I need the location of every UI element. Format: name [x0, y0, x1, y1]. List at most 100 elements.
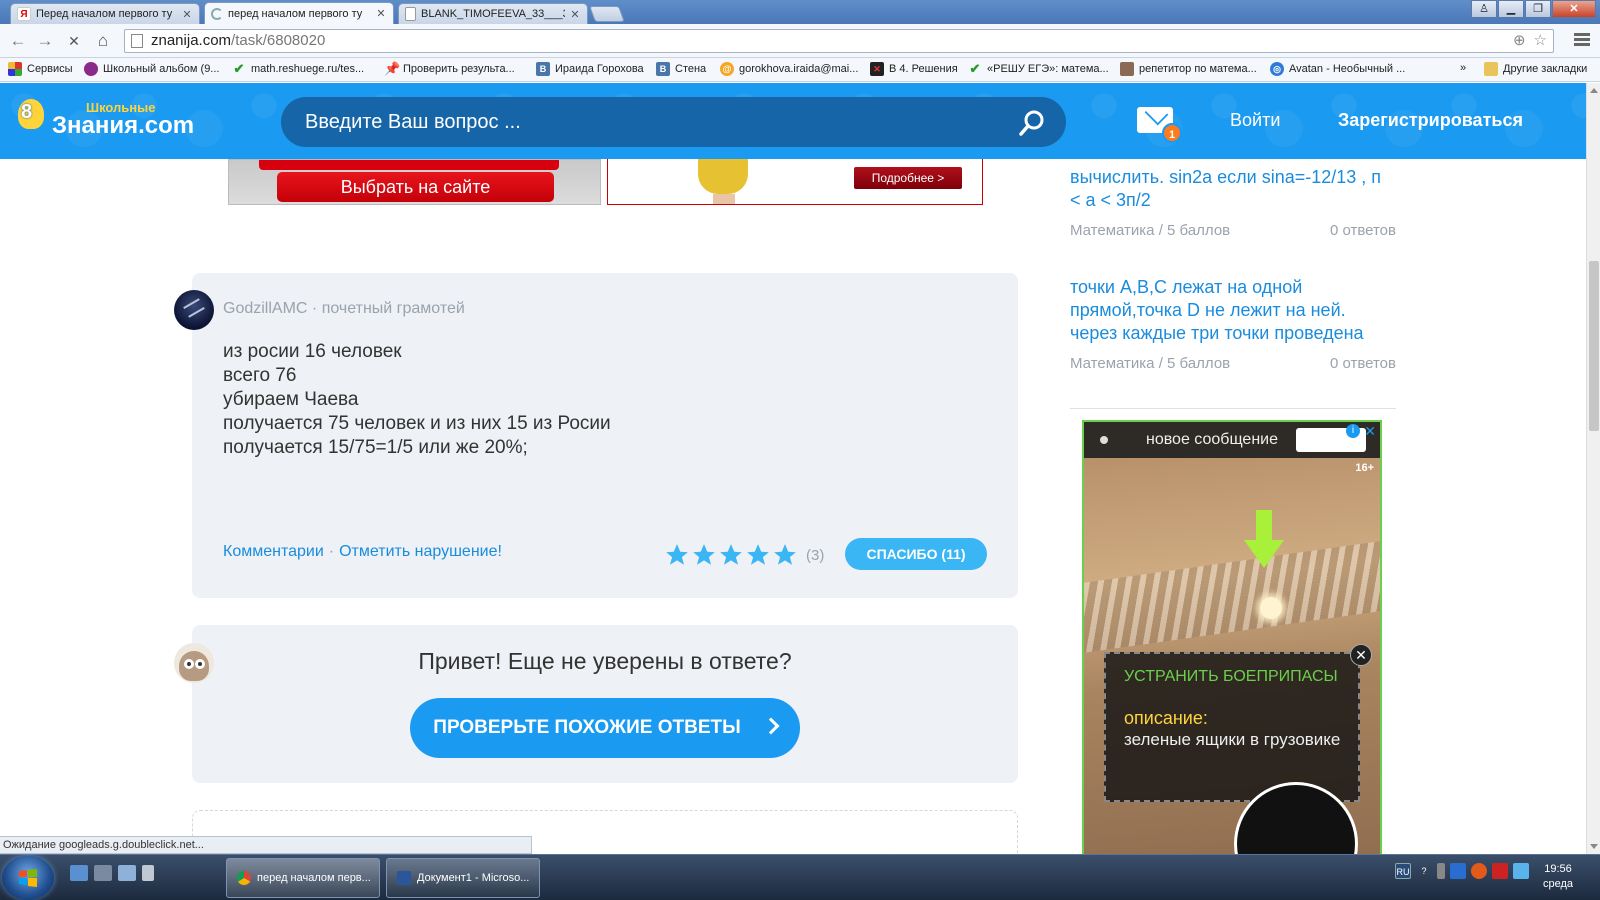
answer-line: из росии 16 человек [223, 341, 402, 362]
sidebar-question-meta: Математика / 5 баллов 0 ответов [1070, 222, 1396, 239]
new-tab-button[interactable] [589, 6, 625, 22]
sidebar-question[interactable]: точки А,В,С лежат на одной прямой,точка … [1070, 276, 1400, 345]
tab-close-icon[interactable]: ✕ [569, 8, 581, 21]
search-input[interactable] [305, 108, 995, 136]
bookmark-item[interactable]: репетитор по матема... [1120, 62, 1257, 76]
ad-banner-right[interactable]: Подробнее > [607, 159, 983, 205]
logo-bulb-icon: 8 [14, 97, 48, 141]
bookmark-item[interactable]: ✔ «РЕШУ ЕГЭ»: матема... [968, 62, 1109, 76]
start-button[interactable] [2, 856, 54, 900]
close-window-button[interactable]: ✕ [1552, 0, 1596, 18]
scroll-down-icon[interactable] [1590, 844, 1598, 849]
check-similar-answers-button[interactable]: ПРОВЕРЬТЕ ПОХОЖИЕ ОТВЕТЫ [410, 698, 800, 758]
taskbar-item-word[interactable]: Документ1 - Microso... [386, 858, 540, 898]
tab-title: BLANK_TIMOFEEVA_33___3 [421, 8, 565, 20]
bookmarks-overflow-icon[interactable]: » [1460, 62, 1466, 74]
star-icon[interactable] [718, 542, 744, 568]
home-icon[interactable]: ⌂ [93, 31, 113, 51]
bookmark-item[interactable]: Сервисы [8, 62, 73, 76]
points: 5 баллов [1167, 222, 1231, 239]
search-box [281, 97, 1066, 147]
star-icon[interactable] [691, 542, 717, 568]
sidebar-question-meta: Математика / 5 баллов 0 ответов [1070, 355, 1396, 372]
eye-icon [84, 62, 98, 76]
clock-time: 19:56 [1544, 863, 1572, 875]
tab-1[interactable]: Я Перед началом первого ту ✕ [10, 3, 200, 24]
chrome-menu-icon[interactable] [1574, 33, 1590, 49]
network-icon[interactable] [1450, 863, 1466, 879]
mission-desc-label: описание: [1124, 708, 1208, 728]
subject-link[interactable]: Математика [1070, 355, 1155, 372]
back-arrow-icon[interactable]: ← [8, 31, 28, 51]
ad-mission-panel: УСТРАНИТЬ БОЕПРИПАСЫ описание: зеленые я… [1104, 652, 1360, 802]
bookmark-item[interactable]: ✕ В 4. Решения [870, 62, 958, 76]
user-icon[interactable]: ♙ [1471, 0, 1497, 18]
at-icon: @ [720, 62, 734, 76]
bookmark-item[interactable]: @ gorokhova.iraida@mai... [720, 62, 858, 76]
language-indicator[interactable]: RU [1395, 863, 1411, 879]
ad-info-icon[interactable]: i [1346, 424, 1360, 438]
volume-icon[interactable] [1513, 863, 1529, 879]
report-link[interactable]: Отметить нарушение! [339, 543, 502, 560]
other-bookmarks[interactable]: Другие закладки [1484, 62, 1587, 76]
stop-icon[interactable]: ✕ [64, 31, 84, 51]
login-link[interactable]: Войти [1230, 110, 1280, 131]
tab-close-icon[interactable]: ✕ [181, 8, 193, 21]
hint-title: Привет! Еще не уверены в ответе? [418, 648, 792, 674]
tray-flag-icon[interactable] [1437, 863, 1445, 879]
star-icon[interactable] [772, 542, 798, 568]
quicklaunch-icon[interactable] [94, 865, 112, 881]
bookmark-item[interactable]: В Стена [656, 62, 706, 76]
loading-spinner-icon [211, 7, 223, 20]
site-logo[interactable]: 8 Школьные Знания.com [14, 97, 194, 141]
bookmark-item[interactable]: В Ираида Горохова [536, 62, 644, 76]
scroll-up-icon[interactable] [1590, 88, 1598, 93]
comments-link[interactable]: Комментарии [223, 543, 324, 560]
subject-link[interactable]: Математика [1070, 222, 1155, 239]
minimize-button[interactable]: ▁ [1498, 0, 1524, 18]
author-name[interactable]: GodzillAMC [223, 300, 307, 317]
show-desktop-icon[interactable] [70, 865, 88, 881]
answer-line: получается 15/75=1/5 или же 20%; [223, 437, 528, 458]
panel-close-icon[interactable]: ✕ [1350, 644, 1372, 666]
help-icon[interactable]: ? [1416, 863, 1432, 879]
scroll-thumb[interactable] [1589, 261, 1599, 431]
bookmark-item[interactable]: ◎ Avatan - Необычный ... [1270, 62, 1405, 76]
sidebar-question[interactable]: вычислить. sin2a если sina=-12/13 , п < … [1070, 166, 1400, 212]
browser-toolbar: ← → ✕ ⌂ znanija.com/task/6808020 ⊕ ☆ [0, 24, 1600, 58]
messages-button[interactable]: 1 [1137, 107, 1182, 143]
restore-button[interactable]: ❐ [1525, 0, 1551, 18]
zoom-icon[interactable]: ⊕ [1513, 30, 1526, 52]
bookmark-item[interactable]: Школьный альбом (9... [84, 62, 219, 76]
ad-choose-button[interactable]: Выбрать на сайте [277, 172, 554, 202]
forward-arrow-icon[interactable]: → [35, 31, 55, 51]
security-shield-icon[interactable] [1492, 863, 1508, 879]
sidebar-ad[interactable]: новое сообщение i ✕ 16+ УСТРАНИТЬ БОЕПРИ… [1082, 420, 1382, 860]
ad-banner-left[interactable]: Выбрать на сайте [228, 159, 601, 205]
bookmark-star-icon[interactable]: ☆ [1534, 30, 1547, 52]
address-bar[interactable]: znanija.com/task/6808020 ⊕ ☆ [124, 29, 1554, 53]
register-link[interactable]: Зарегистрироваться [1338, 110, 1523, 131]
clock[interactable]: 19:56 среда [1528, 862, 1588, 892]
avatar[interactable] [174, 290, 214, 330]
quicklaunch-icon[interactable] [142, 865, 154, 881]
search-icon[interactable] [1018, 109, 1046, 137]
star-icon[interactable] [664, 542, 690, 568]
antivirus-icon[interactable] [1471, 863, 1487, 879]
star-icon[interactable] [745, 542, 771, 568]
tab-close-icon[interactable]: ✕ [375, 7, 387, 20]
ad-more-button[interactable]: Подробнее > [854, 167, 962, 189]
tab-3[interactable]: BLANK_TIMOFEEVA_33___3 ✕ [398, 3, 588, 24]
taskbar-item-chrome[interactable]: перед началом перв... [226, 858, 380, 898]
word-icon [397, 871, 411, 885]
page-scrollbar[interactable] [1586, 83, 1600, 854]
bookmark-item[interactable]: ✔ math.reshuege.ru/tes... [232, 62, 365, 76]
quicklaunch-icon[interactable] [118, 865, 136, 881]
window-controls: ♙ ▁ ❐ ✕ [1471, 0, 1596, 18]
thanks-button[interactable]: СПАСИБО (11) [845, 538, 987, 570]
satellite-icon [183, 298, 205, 318]
ad-close-icon[interactable]: ✕ [1364, 423, 1376, 440]
bookmark-item[interactable]: 📌 Проверить результа... [384, 62, 515, 76]
rating-stars: (3) [664, 542, 824, 568]
tab-2[interactable]: перед началом первого ту ✕ [204, 2, 394, 24]
